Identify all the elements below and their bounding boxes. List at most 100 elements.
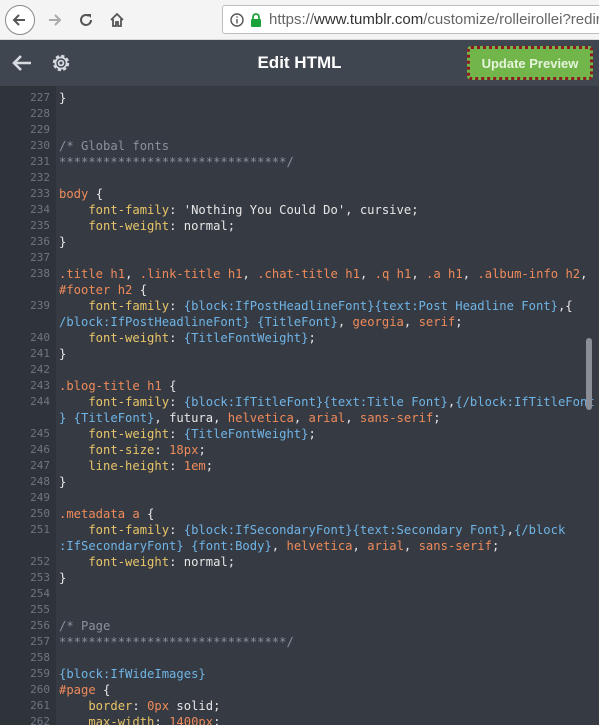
code-token: , (359, 267, 375, 281)
code-token: } (59, 571, 67, 585)
code-token: font-weight (59, 427, 170, 441)
code-token: {block:IfWideImages} (59, 667, 206, 681)
code-token: , (293, 411, 309, 425)
code-token: , (403, 539, 419, 553)
code-token: } {TitleFont} (59, 411, 155, 425)
code-token: : normal; (169, 555, 236, 569)
code-text: *******************************/ (59, 634, 294, 650)
code-text: font-size: 18px; (59, 442, 205, 458)
line-number: 255 (30, 603, 50, 616)
code-token: ; (455, 315, 463, 329)
line-number: 241 (30, 347, 50, 360)
code-line: 246 font-size: 18px; (0, 442, 599, 458)
line-number: 230 (30, 139, 50, 152)
code-token: {block:IfPostHeadlineFont}{text:Post Hea… (183, 299, 558, 313)
line-number: 251 (30, 523, 50, 536)
code-token: *******************************/ (59, 635, 294, 649)
code-token: font-size (59, 443, 155, 457)
line-number: 240 (30, 331, 50, 344)
code-line: 262 max-width: 1400px; (0, 714, 599, 725)
code-token: h1 (345, 267, 360, 281)
code-text: .metadata a { (59, 506, 154, 522)
code-text: .title h1, .link-title h1, .chat-title h… (59, 266, 588, 282)
browser-back-button[interactable] (4, 4, 36, 36)
code-token: h1 (396, 267, 412, 281)
line-number: 231 (30, 155, 50, 168)
code-text: /block:IfPostHeadlineFont} {TitleFont}, … (59, 314, 463, 330)
code-token: body (59, 187, 89, 201)
code-token: : (169, 395, 184, 409)
line-number: 237 (30, 251, 50, 264)
code-editor[interactable]: 227} 228 229 230/* Global fonts 231 *********… (0, 86, 599, 725)
code-line: 230 /* Global fonts (0, 138, 599, 154)
code-text: } (59, 90, 66, 106)
code-token: .a (426, 267, 449, 281)
line-number: 249 (30, 491, 50, 504)
code-token: : (169, 459, 184, 473)
line-number: 238 (30, 267, 50, 280)
code-token: 18px (169, 443, 199, 457)
code-text: #page { (59, 682, 110, 698)
code-line: 247 line-height: 1em; (0, 458, 599, 474)
editor-scrollbar[interactable] (586, 338, 592, 410)
line-number: 257 (30, 635, 50, 648)
code-line: 252 font-weight: normal; (0, 554, 599, 570)
code-line: 254 (0, 586, 599, 602)
browser-home-button[interactable] (101, 4, 133, 36)
code-token: : normal; (169, 219, 236, 233)
code-line: 229 (0, 122, 599, 138)
code-token: 0px (147, 699, 170, 713)
code-token: { (161, 379, 177, 393)
code-token: {block:IfTitleFont}{text:Title Font} (183, 395, 448, 409)
code-token: 1em (183, 459, 206, 473)
line-number: 246 (30, 443, 50, 456)
line-number: 260 (30, 683, 50, 696)
line-number: 245 (30, 427, 50, 440)
code-token: h1 (448, 267, 463, 281)
code-token: ; (308, 427, 316, 441)
line-number: 239 (30, 299, 50, 312)
code-line: 241} (0, 346, 599, 362)
code-token: .title (59, 267, 111, 281)
code-text: .blog-title h1 { (59, 378, 176, 394)
code-line: 250 .metadata a { (0, 506, 599, 522)
code-token: , (125, 267, 140, 281)
line-number: 236 (30, 235, 50, 248)
browser-forward-button[interactable] (38, 4, 70, 36)
code-line: 228 (0, 106, 599, 122)
code-line: 257 *******************************/ (0, 634, 599, 650)
code-token: font-weight (59, 555, 170, 569)
code-token: h2 (117, 283, 133, 297)
code-text: font-family: {block:IfTitleFont}{text:Ti… (59, 394, 594, 410)
code-token: , (345, 411, 360, 425)
code-line: 236} (0, 234, 599, 250)
code-token: : (169, 299, 184, 313)
code-token: font-weight (59, 331, 170, 345)
line-number: 248 (30, 475, 50, 488)
code-text: font-family: 'Nothing You Could Do', cur… (59, 202, 418, 218)
code-token: font-family (59, 395, 170, 409)
code-token: font-family (59, 523, 170, 537)
code-line: 258 (0, 650, 599, 666)
url-bar[interactable]: https://www.tumblr.com/customize/rolleir… (222, 5, 599, 34)
code-token: ; (213, 715, 221, 725)
code-token: { (139, 507, 155, 521)
code-token: font-family (59, 299, 170, 313)
code-text: line-height: 1em; (59, 458, 213, 474)
code-token: helvetica (227, 411, 294, 425)
code-token: :IfSecondaryFont} {font:Body} (59, 539, 272, 553)
browser-reload-button[interactable] (70, 4, 102, 36)
code-line: 237 (0, 250, 599, 266)
browser-toolbar: https://www.tumblr.com/customize/rolleir… (0, 0, 599, 40)
code-token: solid; (169, 699, 221, 713)
editor-header: Edit HTML Update Preview (0, 40, 599, 86)
code-token: , (242, 267, 258, 281)
code-token: , (462, 267, 478, 281)
arrow-left-icon (5, 5, 35, 35)
code-token: , (403, 315, 419, 329)
code-text: #footer h2 { (59, 282, 147, 298)
update-preview-button[interactable]: Update Preview (467, 46, 593, 80)
code-token: } (59, 347, 67, 361)
code-token: , (337, 315, 353, 329)
code-token: sans-serif (359, 411, 434, 425)
